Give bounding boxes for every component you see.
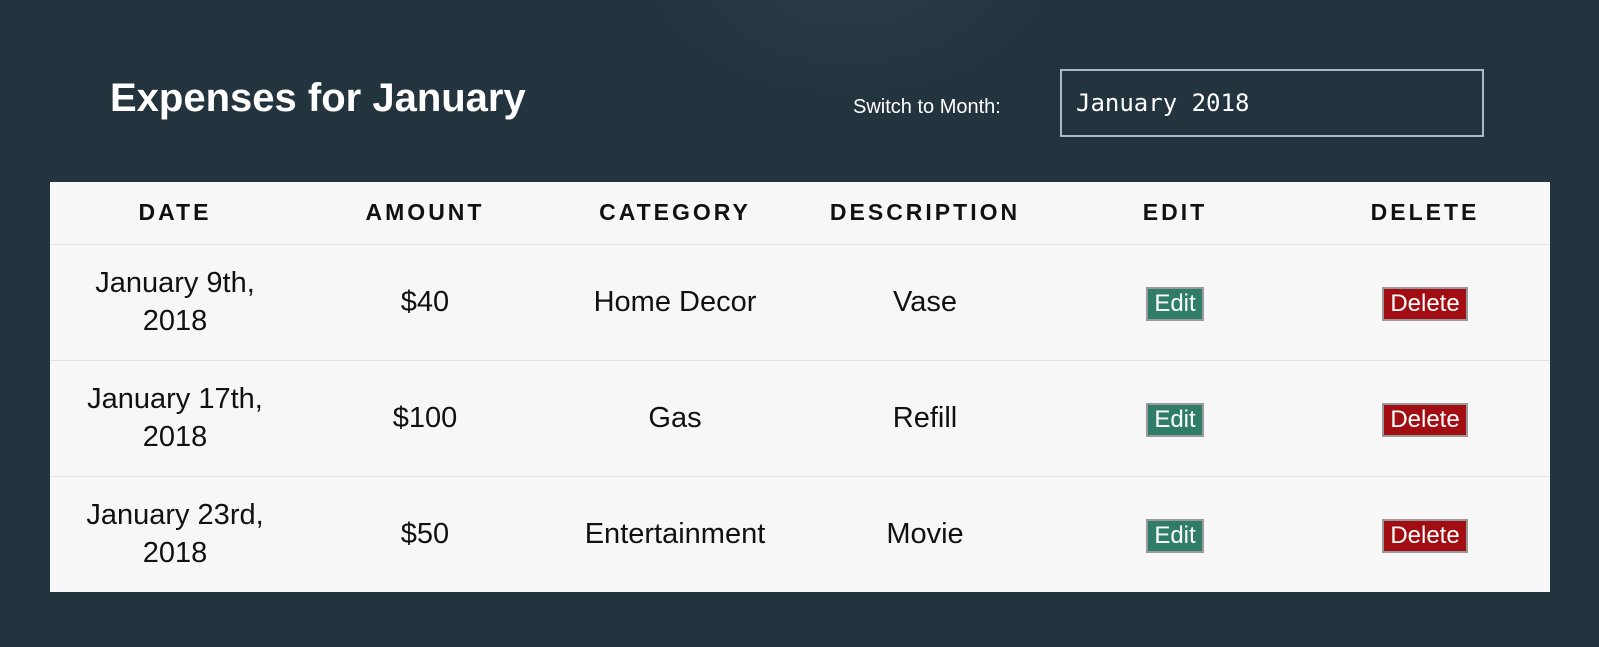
date-year-text: 2018 bbox=[142, 421, 208, 453]
description-cell: Refill bbox=[800, 359, 1050, 476]
table-header-row: DATE AMOUNT CATEGORY DESCRIPTION EDIT DE… bbox=[50, 182, 1550, 245]
table-body: January 9th, 2018 $40 Home Decor Vase Edi… bbox=[50, 244, 1550, 592]
date-cell: January 9th, 2018 bbox=[50, 244, 300, 360]
category-cell: Home Decor bbox=[593, 286, 757, 318]
category-cell: Gas bbox=[550, 359, 800, 476]
edit-cell: Edit bbox=[1050, 475, 1300, 592]
description-cell: Vase bbox=[893, 286, 957, 318]
page-title: Expenses for January bbox=[110, 76, 526, 120]
description-cell: Movie bbox=[800, 475, 1050, 592]
date-text: January 17th, bbox=[87, 383, 263, 415]
table-row: January 9th, 2018 $40 Home Decor Vase Edi… bbox=[50, 244, 1550, 360]
delete-cell: Delete bbox=[1300, 475, 1550, 592]
column-header-edit: EDIT bbox=[1050, 182, 1300, 245]
delete-button[interactable]: Delete bbox=[1382, 519, 1468, 554]
expenses-table: DATE AMOUNT CATEGORY DESCRIPTION EDIT DE… bbox=[50, 182, 1550, 592]
date-text: January 23rd, bbox=[86, 499, 264, 532]
table-row: January 17th, 2018 $100 Gas Refill Edit D… bbox=[50, 359, 1550, 476]
delete-cell: Delete bbox=[1300, 359, 1550, 476]
amount-cell: $40 bbox=[400, 286, 450, 318]
month-switch-label: Switch to Month: bbox=[853, 96, 1001, 118]
edit-cell: Edit bbox=[1050, 359, 1300, 476]
column-header-date: DATE bbox=[50, 182, 300, 245]
month-input[interactable] bbox=[1060, 69, 1484, 137]
column-header-delete: DELETE bbox=[1300, 182, 1550, 245]
date-cell: January 23rd, 2018 bbox=[50, 475, 300, 592]
page-header: Expenses for January Switch to Month: bbox=[0, 0, 1599, 180]
edit-cell: Edit bbox=[1050, 244, 1300, 360]
amount-cell: $100 bbox=[300, 359, 550, 476]
column-header-description: DESCRIPTION bbox=[800, 182, 1050, 245]
edit-button[interactable]: Edit bbox=[1146, 519, 1204, 554]
edit-button[interactable]: Edit bbox=[1146, 287, 1204, 321]
date-cell: January 17th, 2018 bbox=[50, 359, 300, 476]
table-header: DATE AMOUNT CATEGORY DESCRIPTION EDIT DE… bbox=[50, 182, 1550, 245]
edit-button[interactable]: Edit bbox=[1146, 403, 1204, 437]
delete-button[interactable]: Delete bbox=[1382, 403, 1468, 437]
category-cell: Entertainment bbox=[550, 475, 800, 592]
table-row: January 23rd, 2018 $50 Entertainment Movi… bbox=[50, 475, 1550, 592]
delete-cell: Delete bbox=[1300, 244, 1550, 360]
column-header-category: CATEGORY bbox=[550, 182, 800, 245]
date-year-text: 2018 bbox=[142, 537, 208, 570]
column-header-amount: AMOUNT bbox=[300, 182, 550, 245]
delete-button[interactable]: Delete bbox=[1382, 287, 1468, 321]
date-year-text: 2018 bbox=[142, 305, 208, 337]
date-text: January 9th, bbox=[95, 267, 255, 299]
amount-cell: $50 bbox=[300, 475, 550, 592]
